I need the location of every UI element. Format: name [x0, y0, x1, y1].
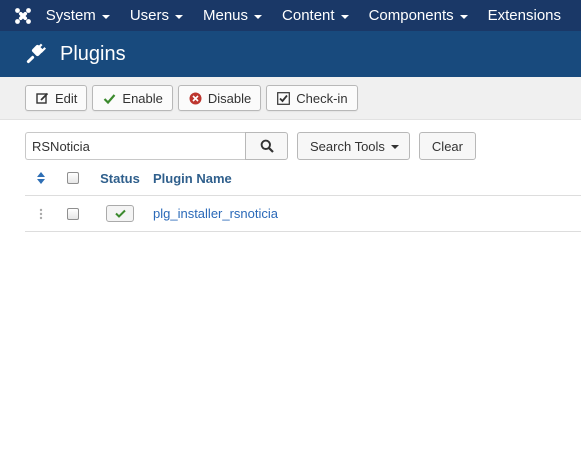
checkin-button[interactable]: Check-in: [266, 85, 358, 111]
status-toggle-button[interactable]: [106, 205, 134, 222]
clear-button[interactable]: Clear: [418, 132, 476, 160]
page-title: Plugins: [60, 42, 126, 65]
enable-button[interactable]: Enable: [92, 85, 173, 111]
edit-icon: [36, 92, 49, 105]
nav-components[interactable]: Components: [369, 0, 468, 31]
nav-extensions[interactable]: Extensions: [488, 0, 561, 31]
caret-down-icon: [174, 14, 183, 19]
caret-down-icon: [101, 14, 110, 19]
plugins-table: Status Plugin Name plg_installer_rsnotic…: [25, 161, 581, 232]
plugin-name-column-header[interactable]: Plugin Name: [153, 171, 232, 186]
table-row: plg_installer_rsnoticia: [25, 196, 581, 232]
nav-users[interactable]: Users: [130, 0, 183, 31]
joomla-logo-icon[interactable]: [0, 0, 46, 31]
published-check-icon: [114, 209, 126, 218]
toolbar: Edit Enable Disable Check-in: [0, 77, 581, 120]
caret-down-icon: [390, 145, 399, 149]
nav-system[interactable]: System: [46, 0, 110, 31]
disable-button[interactable]: Disable: [177, 85, 262, 111]
drag-handle-icon[interactable]: [25, 208, 57, 220]
caret-down-icon: [254, 14, 263, 19]
search-tools-button[interactable]: Search Tools: [297, 132, 410, 160]
check-icon: [103, 92, 116, 105]
ordering-sort-icon[interactable]: [25, 172, 57, 184]
search-icon: [260, 139, 274, 153]
plug-icon: [24, 43, 46, 65]
caret-down-icon: [340, 14, 349, 19]
search-input[interactable]: [25, 132, 245, 160]
edit-button[interactable]: Edit: [25, 85, 88, 111]
row-checkbox[interactable]: [67, 207, 79, 220]
nav-menus[interactable]: Menus: [203, 0, 263, 31]
top-navbar: System Users Menus Content Components Ex…: [0, 0, 581, 31]
select-all-checkbox[interactable]: [67, 172, 79, 184]
nav-content[interactable]: Content: [282, 0, 349, 31]
disable-icon: [189, 92, 202, 105]
status-column-header[interactable]: Status: [100, 171, 140, 186]
caret-down-icon: [459, 14, 468, 19]
checkbox-checked-icon: [277, 91, 291, 105]
search-button[interactable]: [245, 132, 288, 160]
plugin-name-link[interactable]: plg_installer_rsnoticia: [153, 206, 278, 221]
search-bar: Search Tools Clear: [25, 132, 476, 160]
page-header: Plugins: [0, 31, 581, 77]
table-header: Status Plugin Name: [25, 161, 581, 196]
